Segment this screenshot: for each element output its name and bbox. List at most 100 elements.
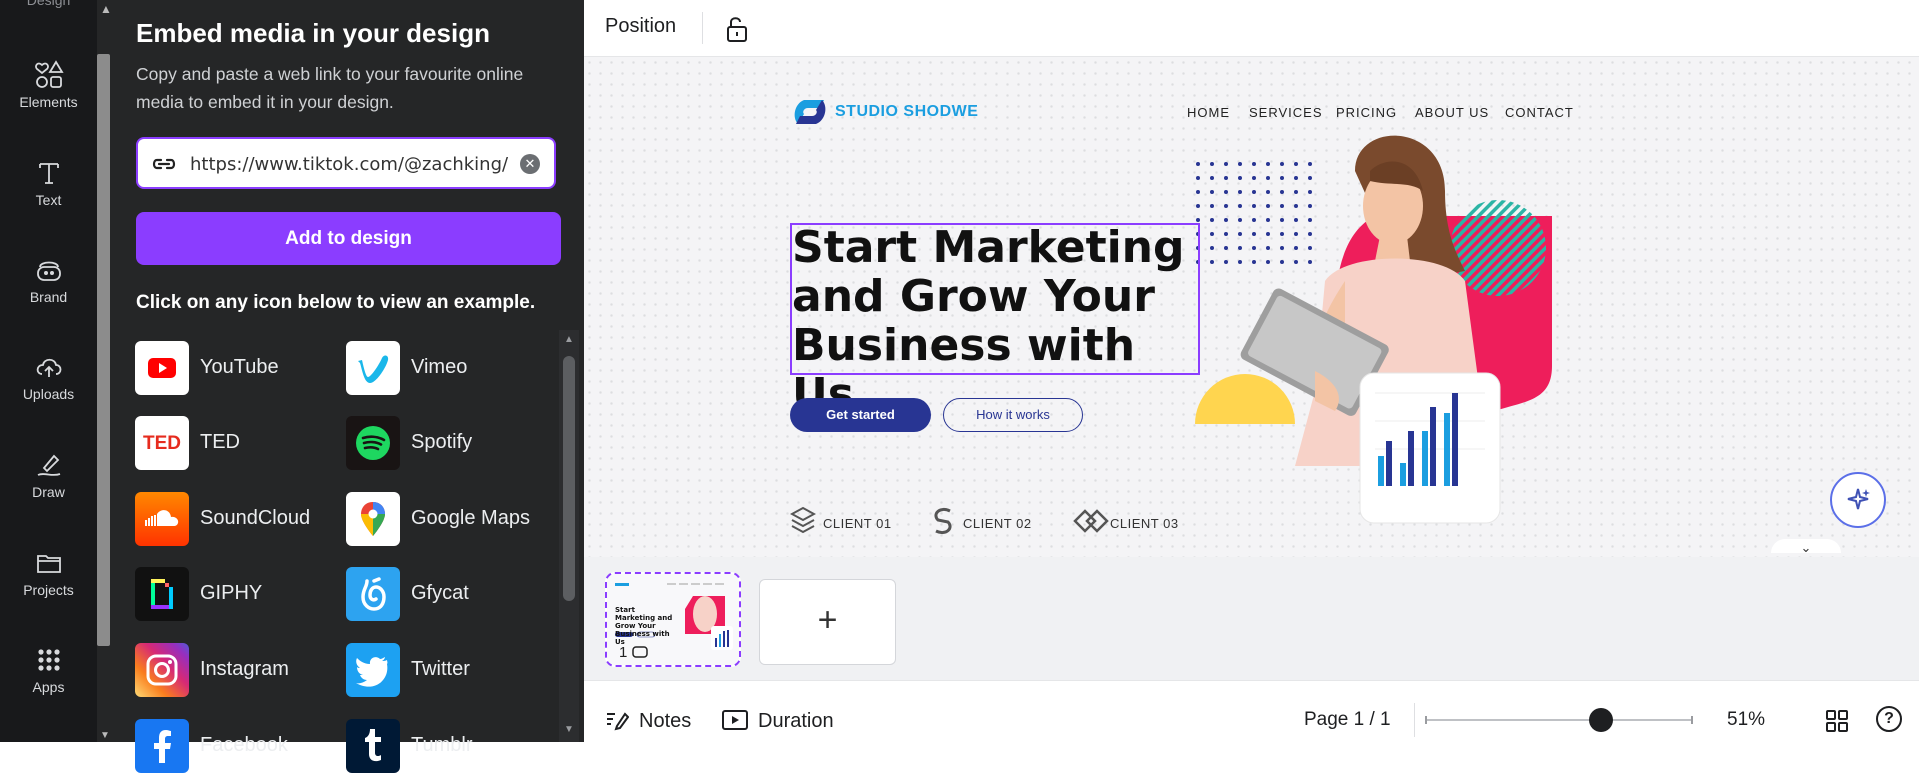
rail-item-draw[interactable]: Draw xyxy=(0,450,97,530)
media-label: Spotify xyxy=(411,431,473,453)
google-maps-icon xyxy=(346,492,400,546)
media-list-scrollbar[interactable]: ▲ ▼ xyxy=(559,330,579,742)
rail-item-brand[interactable]: Brand xyxy=(0,255,97,335)
rail-label-text: Text xyxy=(35,192,62,208)
media-label: Vimeo xyxy=(411,356,468,378)
rail-item-text[interactable]: Text xyxy=(0,158,97,238)
grid-view-icon[interactable] xyxy=(1825,709,1849,733)
media-label: Instagram xyxy=(200,658,289,680)
url-input[interactable] xyxy=(190,151,510,177)
uploads-icon xyxy=(36,358,61,377)
media-item-spotify[interactable]: Spotify xyxy=(346,416,546,470)
rail-design-label[interactable]: Design xyxy=(0,0,97,8)
notes-icon xyxy=(607,712,630,731)
client-03-logo-icon xyxy=(1073,509,1109,533)
spotify-icon xyxy=(346,416,400,470)
rail-item-projects[interactable]: Projects xyxy=(0,548,97,628)
page-thumbnail[interactable]: Start Marketing and Grow Your Business w… xyxy=(605,572,741,667)
media-item-google-maps[interactable]: Google Maps xyxy=(346,492,546,546)
media-item-vimeo[interactable]: Vimeo xyxy=(346,341,546,395)
media-label: Twitter xyxy=(411,658,470,680)
vimeo-icon xyxy=(346,341,400,395)
projects-icon xyxy=(36,555,61,573)
media-item-facebook[interactable]: Facebook xyxy=(135,719,335,773)
media-label: Tumblr xyxy=(411,734,473,756)
magic-assistant-button[interactable] xyxy=(1830,472,1886,528)
comment-icon xyxy=(631,646,648,658)
plus-icon: + xyxy=(817,601,838,639)
get-started-button[interactable]: Get started xyxy=(790,398,931,432)
unlock-icon[interactable] xyxy=(721,12,753,44)
giphy-icon xyxy=(135,567,189,621)
apps-icon xyxy=(37,649,60,671)
page-number: 1 xyxy=(619,644,648,661)
client-02-logo-icon xyxy=(934,507,952,535)
media-item-soundcloud[interactable]: SoundCloud xyxy=(135,492,335,546)
left-rail: Design Elements Text Brand Uploads Draw … xyxy=(0,0,97,742)
rail-item-uploads[interactable]: Uploads xyxy=(0,352,97,432)
rail-label-uploads: Uploads xyxy=(22,386,75,402)
zoom-slider-track[interactable] xyxy=(1425,719,1693,721)
hero-illustration[interactable] xyxy=(1195,111,1695,551)
panel-scroll-down-icon[interactable]: ▼ xyxy=(100,730,110,741)
duration-button[interactable]: Duration xyxy=(722,709,834,733)
help-icon[interactable]: ? xyxy=(1876,706,1902,732)
panel-scrollbar[interactable] xyxy=(97,54,110,646)
scroll-thumb[interactable] xyxy=(563,356,575,601)
notes-button[interactable]: Notes xyxy=(605,709,691,733)
panel-title: Embed media in your design xyxy=(136,18,490,48)
soundcloud-icon xyxy=(135,492,189,546)
media-item-gfycat[interactable]: Gfycat xyxy=(346,567,546,621)
twitter-icon xyxy=(346,643,400,697)
rail-item-elements[interactable]: Elements xyxy=(0,60,97,140)
rail-label-projects: Projects xyxy=(23,582,74,598)
duration-label: Duration xyxy=(758,710,834,732)
zoom-slider-knob[interactable] xyxy=(1589,708,1613,732)
media-item-instagram[interactable]: Instagram xyxy=(135,643,335,697)
link-icon xyxy=(152,158,176,170)
expand-pages-chevron-icon[interactable]: ⌄ xyxy=(1771,539,1841,555)
scroll-down-icon[interactable]: ▼ xyxy=(564,724,574,735)
media-label: Google Maps xyxy=(411,507,530,529)
rail-label-apps: Apps xyxy=(32,679,65,695)
page-indicator[interactable]: Page 1 / 1 xyxy=(1304,709,1391,731)
media-item-giphy[interactable]: GIPHY xyxy=(135,567,335,621)
panel-description: Copy and paste a web link to your favour… xyxy=(136,64,524,112)
how-it-works-button[interactable]: How it works xyxy=(943,398,1083,432)
hero-headline[interactable]: Start Marketing and Grow Your Business w… xyxy=(792,223,1212,419)
clear-icon[interactable]: ✕ xyxy=(520,154,540,174)
brand-icon xyxy=(36,261,61,281)
pages-strip: Start Marketing and Grow Your Business w… xyxy=(584,557,1919,680)
media-item-tumblr[interactable]: Tumblr xyxy=(346,719,546,773)
media-item-ted[interactable]: TED TED xyxy=(135,416,335,470)
youtube-icon xyxy=(135,341,189,395)
media-label: TED xyxy=(200,431,240,453)
client-01-logo-icon xyxy=(790,506,816,534)
top-toolbar: Position xyxy=(584,0,1919,57)
facebook-icon xyxy=(135,719,189,773)
add-to-design-button[interactable]: Add to design xyxy=(136,212,561,265)
media-item-twitter[interactable]: Twitter xyxy=(346,643,546,697)
draw-icon xyxy=(37,454,60,476)
media-label: Facebook xyxy=(200,734,288,756)
media-label: SoundCloud xyxy=(200,507,311,529)
examples-hint: Click on any icon below to view an examp… xyxy=(136,292,536,313)
notes-label: Notes xyxy=(639,710,692,732)
rail-item-apps[interactable]: Apps xyxy=(0,645,97,725)
toolbar-divider xyxy=(702,12,703,44)
design-page[interactable]: STUDIO SHODWE HOME SERVICES PRICING ABOU… xyxy=(585,61,1919,557)
zoom-slider-max-tick xyxy=(1691,716,1693,724)
studio-logo-text: STUDIO SHODWE xyxy=(835,103,979,120)
add-page-button[interactable]: + xyxy=(759,579,896,665)
media-item-youtube[interactable]: YouTube xyxy=(135,341,335,395)
url-field[interactable]: ✕ xyxy=(136,137,556,189)
panel-scroll-up-icon[interactable]: ▲ xyxy=(100,2,112,16)
media-label: GIPHY xyxy=(200,582,263,604)
position-button[interactable]: Position xyxy=(605,15,676,38)
tumblr-icon xyxy=(346,719,400,773)
zoom-level[interactable]: 51% xyxy=(1727,709,1765,731)
instagram-icon xyxy=(135,643,189,697)
scroll-up-icon[interactable]: ▲ xyxy=(564,334,574,345)
design-canvas[interactable]: STUDIO SHODWE HOME SERVICES PRICING ABOU… xyxy=(584,57,1919,557)
rail-label-draw: Draw xyxy=(32,484,65,500)
